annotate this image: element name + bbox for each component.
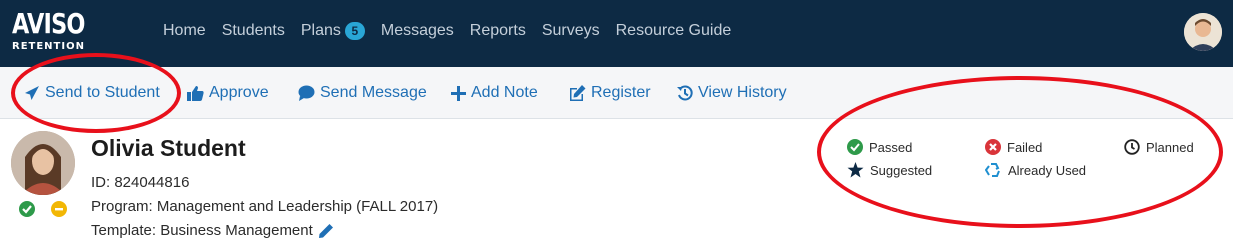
add-note-label: Add Note [471,84,538,101]
annotation-circle-send [11,53,181,133]
student-id: ID: 824044816 [91,174,190,191]
user-avatar[interactable] [1184,13,1222,51]
approve-label: Approve [209,84,269,101]
thumbs-up-icon [187,86,204,101]
minus-circle-icon [51,201,67,217]
register-label: Register [591,84,651,101]
annotation-circle-legend [817,76,1223,228]
student-template: Template: Business Management [91,222,334,239]
plans-count-badge: 5 [344,22,365,40]
nav-item-students[interactable]: Students [222,22,285,40]
nav-item-reports[interactable]: Reports [470,22,526,40]
student-template-text: Template: Business Management [91,222,313,239]
main-nav: Home Students Plans 5 Messages Reports S… [163,22,747,40]
nav-item-surveys[interactable]: Surveys [542,22,600,40]
student-photo [11,131,75,195]
view-history-label: View History [698,84,787,101]
logo-main-text: AVISO [12,7,85,40]
pencil-icon[interactable] [318,223,334,239]
history-icon [677,85,693,101]
comment-icon [298,85,315,101]
approve-button[interactable]: Approve [187,84,269,102]
student-name: Olivia Student [91,135,246,161]
check-circle-icon [19,201,35,217]
edit-icon [570,85,586,101]
send-message-button[interactable]: Send Message [298,84,427,102]
send-message-label: Send Message [320,84,427,101]
nav-item-home[interactable]: Home [163,22,206,40]
logo-sub-text: RETENTION [12,41,85,52]
top-navbar: AVISO RETENTION Home Students Plans 5 Me… [0,0,1233,67]
student-program: Program: Management and Leadership (FALL… [91,198,439,215]
nav-item-messages[interactable]: Messages [381,22,454,40]
plus-icon [451,85,466,101]
add-note-button[interactable]: Add Note [451,84,538,102]
register-button[interactable]: Register [568,84,651,102]
nav-item-plans-label: Plans [300,22,341,39]
nav-item-plans[interactable]: Plans 5 [301,22,365,40]
view-history-button[interactable]: View History [677,84,787,102]
app-logo[interactable]: AVISO RETENTION [12,7,85,57]
nav-item-resource-guide[interactable]: Resource Guide [616,22,732,40]
